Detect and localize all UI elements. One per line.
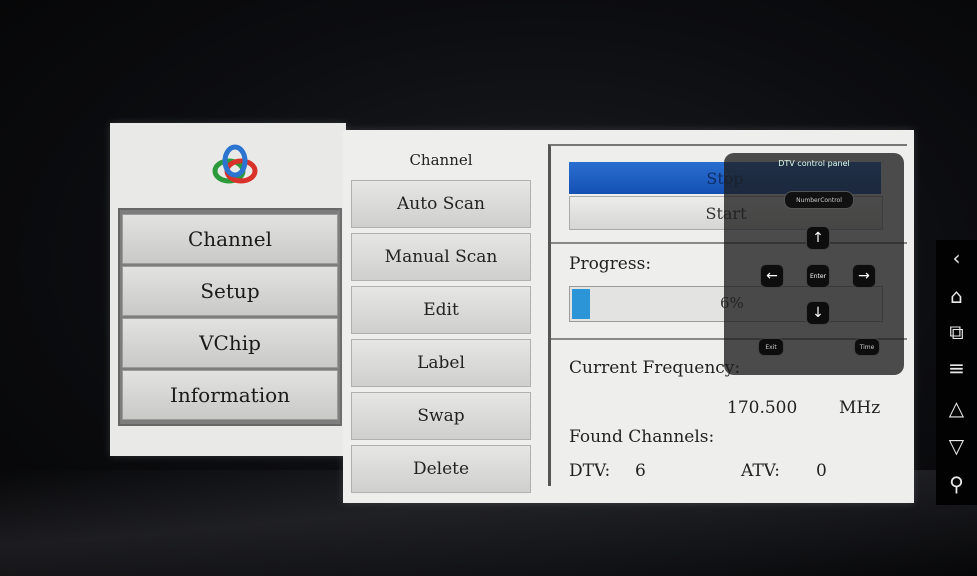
number-control-label: NumberControl <box>796 196 842 204</box>
button-label: Manual Scan <box>384 247 498 267</box>
atv-label: ATV: <box>741 461 780 481</box>
arrow-up-icon[interactable]: ↑ <box>806 226 830 250</box>
delete-button[interactable]: Delete <box>351 445 531 493</box>
menu-item-setup[interactable]: Setup <box>122 266 338 316</box>
main-menu-panel: Channel Setup VChip Information <box>110 123 346 456</box>
menu-icon[interactable]: ≡ <box>936 352 977 384</box>
back-icon[interactable]: ‹ <box>936 242 977 274</box>
arrow-right-icon[interactable]: → <box>852 264 876 288</box>
home-icon[interactable]: ⌂ <box>936 280 977 312</box>
dtv-panel-title: DTV control panel <box>778 159 850 168</box>
app-logo-icon <box>212 144 258 184</box>
time-button[interactable]: Time <box>854 338 880 356</box>
button-label: Edit <box>423 300 459 320</box>
main-menu-list: Channel Setup VChip Information <box>118 208 342 426</box>
menu-item-label: Channel <box>187 227 273 251</box>
progress-fill <box>572 289 590 319</box>
menu-item-channel[interactable]: Channel <box>122 214 338 264</box>
exit-label: Exit <box>765 343 777 351</box>
exit-button[interactable]: Exit <box>758 338 784 356</box>
button-label: Label <box>417 353 465 373</box>
atv-count: 0 <box>816 461 827 481</box>
dtv-control-panel[interactable]: DTV control panel NumberControl ↑ ← Ente… <box>724 153 904 375</box>
menu-item-label: VChip <box>199 331 261 355</box>
button-label: Auto Scan <box>397 194 485 214</box>
system-nav-bar: ‹ ⌂ ⧉ ≡ △ ▽ ⚲ <box>936 240 977 505</box>
arrow-down-icon[interactable]: ↓ <box>806 301 830 325</box>
recent-apps-icon[interactable]: ⧉ <box>936 316 977 348</box>
auto-scan-button[interactable]: Auto Scan <box>351 180 531 228</box>
progress-label: Progress: <box>569 254 652 274</box>
frequency-unit: MHz <box>839 398 881 418</box>
button-label: Swap <box>417 406 465 426</box>
menu-item-vchip[interactable]: VChip <box>122 318 338 368</box>
button-label: Delete <box>412 459 470 479</box>
menu-item-information[interactable]: Information <box>122 370 338 420</box>
channel-submenu: Channel Auto Scan Manual Scan Edit Label… <box>351 140 531 498</box>
submenu-title: Channel <box>409 151 473 169</box>
label-button[interactable]: Label <box>351 339 531 387</box>
current-frequency-label: Current Frequency: <box>569 358 741 378</box>
swap-button[interactable]: Swap <box>351 392 531 440</box>
dtv-label: DTV: <box>569 461 611 481</box>
edit-button[interactable]: Edit <box>351 286 531 334</box>
time-label: Time <box>859 343 875 351</box>
manual-scan-button[interactable]: Manual Scan <box>351 233 531 281</box>
menu-item-label: Information <box>169 383 291 407</box>
volume-up-icon[interactable]: △ <box>936 392 977 424</box>
arrow-left-icon[interactable]: ← <box>760 264 784 288</box>
dtv-count: 6 <box>635 461 646 481</box>
menu-item-label: Setup <box>200 279 260 303</box>
found-channels-label: Found Channels: <box>569 427 715 447</box>
volume-down-icon[interactable]: ▽ <box>936 430 977 462</box>
search-icon[interactable]: ⚲ <box>936 468 977 500</box>
current-frequency-value: 170.500 <box>727 398 798 418</box>
enter-button[interactable]: Enter <box>806 264 830 288</box>
number-control-button[interactable]: NumberControl <box>784 191 854 209</box>
enter-label: Enter <box>809 272 827 280</box>
